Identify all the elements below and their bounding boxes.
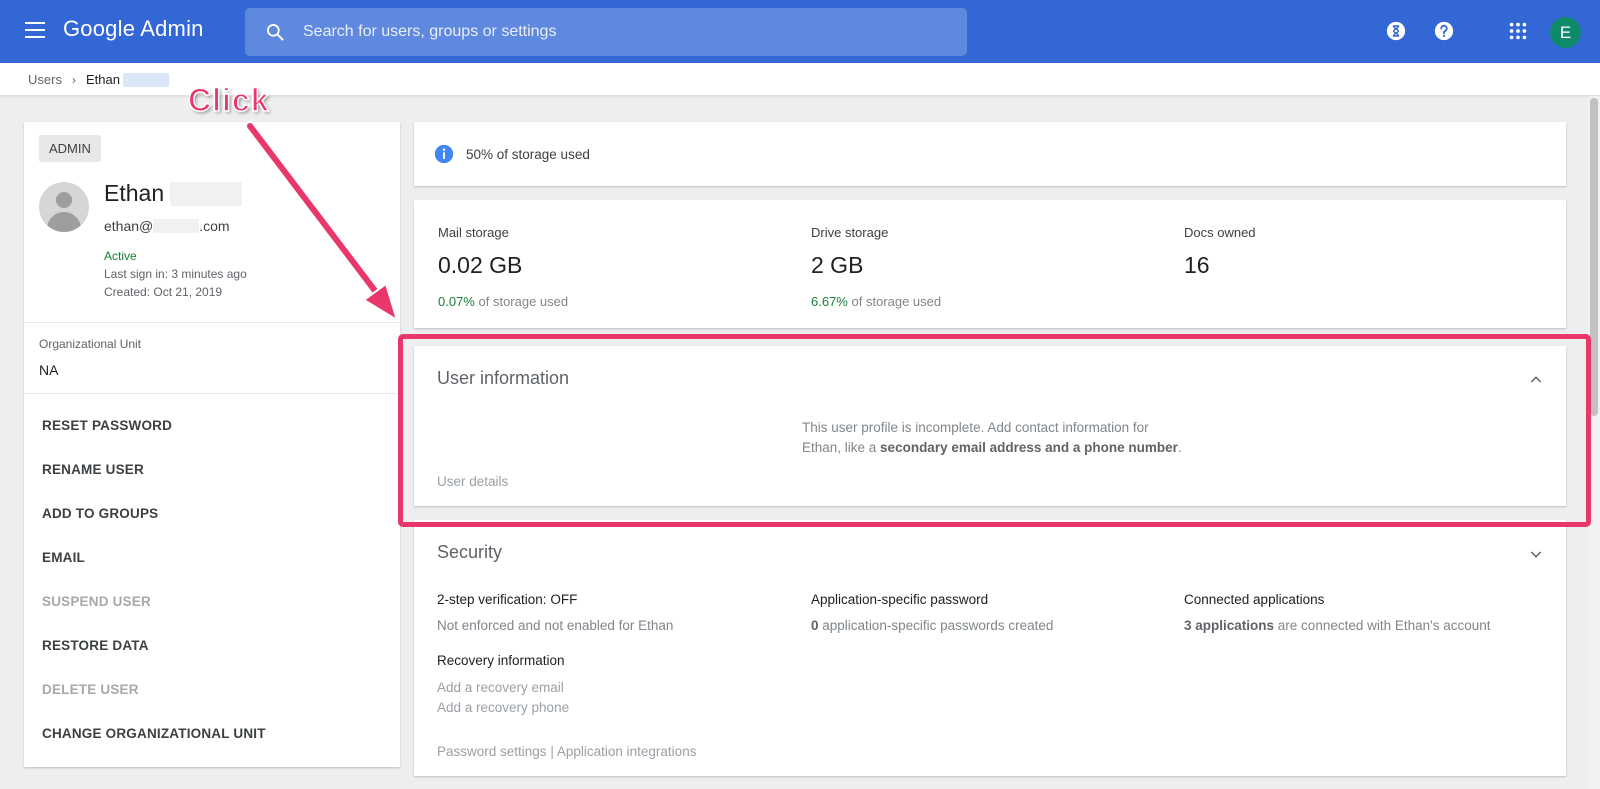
annotation-click-label: Click xyxy=(187,81,270,119)
redacted-last-name xyxy=(122,72,169,87)
mail-storage-label: Mail storage xyxy=(438,225,509,240)
user-avatar[interactable] xyxy=(39,182,89,232)
add-to-groups-button[interactable]: ADD TO GROUPS xyxy=(42,506,158,521)
account-avatar[interactable]: E xyxy=(1550,17,1581,48)
breadcrumb-chevron-icon: › xyxy=(71,72,76,87)
drive-storage-value: 2 GB xyxy=(811,252,864,278)
mail-storage-suffix: of storage used xyxy=(478,294,569,309)
breadcrumb-current: Ethan xyxy=(85,72,120,87)
docs-owned-value: 16 xyxy=(1184,252,1210,278)
email-suffix: .com xyxy=(199,218,230,234)
delete-user-button: DELETE USER xyxy=(42,682,139,697)
help-icon[interactable] xyxy=(1433,20,1455,42)
link-separator: | xyxy=(550,744,554,759)
search-box[interactable] xyxy=(245,8,967,56)
redacted-surname xyxy=(170,181,243,206)
top-app-bar: Google Admin E xyxy=(0,0,1600,63)
two-step-label[interactable]: 2-step verification: OFF xyxy=(437,592,577,607)
created-date: Created: Oct 21, 2019 xyxy=(104,285,223,299)
user-summary-card: ADMIN Ethan ethan@ .com Active Last sign… xyxy=(24,122,400,767)
user-email: ethan@ .com xyxy=(104,218,230,234)
drive-storage-suffix: of storage used xyxy=(851,294,942,309)
incomplete-line-1: This user profile is incomplete. Add con… xyxy=(802,420,1149,435)
chevron-down-icon[interactable] xyxy=(1528,546,1544,562)
storage-banner-text: 50% of storage used xyxy=(466,147,590,162)
connected-apps-count: 3 applications xyxy=(1184,618,1275,633)
docs-owned-label: Docs owned xyxy=(1184,225,1256,240)
org-unit-label: Organizational Unit xyxy=(39,337,142,351)
incomplete-line-2-prefix: Ethan, like a xyxy=(802,440,881,455)
mail-storage-pct: 0.07% xyxy=(438,294,475,309)
mail-storage-sub: 0.07% of storage used xyxy=(438,294,568,309)
add-recovery-phone-link[interactable]: Add a recovery phone xyxy=(437,700,569,715)
user-status: Active xyxy=(104,249,137,263)
user-information-title[interactable]: User information xyxy=(437,368,569,389)
rename-user-button[interactable]: RENAME USER xyxy=(42,462,144,477)
add-recovery-email-link[interactable]: Add a recovery email xyxy=(437,680,564,695)
email-button[interactable]: EMAIL xyxy=(42,550,85,565)
connected-apps-desc-text: are connected with Ethan's account xyxy=(1277,618,1491,633)
chevron-up-icon[interactable] xyxy=(1528,372,1544,388)
suspend-user-button: SUSPEND USER xyxy=(42,594,151,609)
recovery-info-label[interactable]: Recovery information xyxy=(437,653,565,668)
drive-storage-sub: 6.67% of storage used xyxy=(811,294,941,309)
info-icon xyxy=(434,144,454,164)
user-details-link[interactable]: User details xyxy=(437,474,508,489)
application-integrations-link[interactable]: Application integrations xyxy=(557,744,697,759)
restore-data-button[interactable]: RESTORE DATA xyxy=(42,638,149,653)
hamburger-menu-icon[interactable] xyxy=(25,22,45,38)
drive-storage-pct: 6.67% xyxy=(811,294,848,309)
breadcrumb-users[interactable]: Users xyxy=(28,72,62,87)
security-links: Password settings | Application integrat… xyxy=(437,744,696,759)
two-step-label-text: 2-step verification: xyxy=(437,592,547,607)
app-password-count: 0 xyxy=(811,618,819,633)
incomplete-line-2-suffix: . xyxy=(1177,440,1182,455)
org-unit-value: NA xyxy=(39,362,59,378)
redacted-domain xyxy=(153,219,200,233)
app-password-desc: 0 application-specific passwords created xyxy=(811,618,1053,633)
scrollbar-thumb[interactable] xyxy=(1590,98,1598,416)
mail-storage-value: 0.02 GB xyxy=(438,252,523,278)
email-prefix: ethan@ xyxy=(104,218,154,234)
profile-incomplete-message: This user profile is incomplete. Add con… xyxy=(802,418,1202,458)
app-password-label[interactable]: Application-specific password xyxy=(811,592,988,607)
app-password-desc-text: application-specific passwords created xyxy=(822,618,1054,633)
hourglass-icon[interactable] xyxy=(1385,20,1407,42)
two-step-desc: Not enforced and not enabled for Ethan xyxy=(437,618,674,633)
two-step-value: OFF xyxy=(550,592,578,607)
reset-password-button[interactable]: RESET PASSWORD xyxy=(42,418,172,433)
divider xyxy=(24,393,400,394)
user-first-name: Ethan xyxy=(104,180,165,206)
storage-banner: 50% of storage used xyxy=(414,122,1566,186)
search-input[interactable] xyxy=(303,8,943,56)
user-information-card[interactable]: User information This user profile is in… xyxy=(414,346,1566,506)
user-full-name: Ethan xyxy=(104,180,243,207)
security-card[interactable]: Security 2-step verification: OFF Not en… xyxy=(414,520,1566,776)
page-scrollbar[interactable] xyxy=(1588,96,1600,789)
app-logo[interactable]: Google Admin xyxy=(63,16,204,42)
connected-apps-label[interactable]: Connected applications xyxy=(1184,592,1324,607)
divider xyxy=(24,322,400,323)
apps-grid-icon[interactable] xyxy=(1507,20,1529,42)
security-title[interactable]: Security xyxy=(437,542,502,563)
last-sign-in: Last sign in: 3 minutes ago xyxy=(104,267,247,281)
drive-storage-label: Drive storage xyxy=(811,225,889,240)
storage-stats-card: Mail storage 0.02 GB 0.07% of storage us… xyxy=(414,200,1566,328)
password-settings-link[interactable]: Password settings xyxy=(437,744,547,759)
change-org-unit-button[interactable]: CHANGE ORGANIZATIONAL UNIT xyxy=(42,726,266,741)
connected-apps-desc: 3 applications are connected with Ethan'… xyxy=(1184,618,1491,633)
search-icon xyxy=(267,24,284,41)
admin-role-badge: ADMIN xyxy=(39,135,101,162)
incomplete-line-2-bold: secondary email address and a phone numb… xyxy=(880,440,1178,455)
breadcrumb: Users › Ethan xyxy=(28,72,169,87)
